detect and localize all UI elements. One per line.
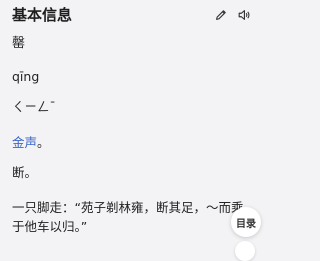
- example-line-2: 于他车以归。”: [12, 219, 88, 234]
- speaker-icon: [238, 10, 250, 20]
- pencil-icon: [216, 10, 226, 20]
- pronounce-button[interactable]: [237, 8, 251, 22]
- entry-character: 罄: [12, 36, 26, 51]
- entry-definition: 断。: [12, 165, 38, 180]
- entry-zhuyin: ㄑㄧㄥˉ: [12, 99, 56, 114]
- section-title: 基本信息: [12, 6, 73, 24]
- floating-action-button[interactable]: [235, 241, 255, 261]
- entry-pinyin: qīng: [12, 69, 40, 84]
- radical-suffix: 。: [37, 135, 50, 150]
- example-line-1: 一只脚走：“苑子剃林雍，断其足，～而乘: [12, 200, 244, 215]
- toc-button[interactable]: 目录: [231, 207, 261, 237]
- entry-radical-row: 金声。: [12, 134, 50, 152]
- radical-link[interactable]: 金声: [12, 135, 37, 150]
- header-bar: 基本信息: [12, 4, 251, 26]
- edit-button[interactable]: [214, 8, 228, 22]
